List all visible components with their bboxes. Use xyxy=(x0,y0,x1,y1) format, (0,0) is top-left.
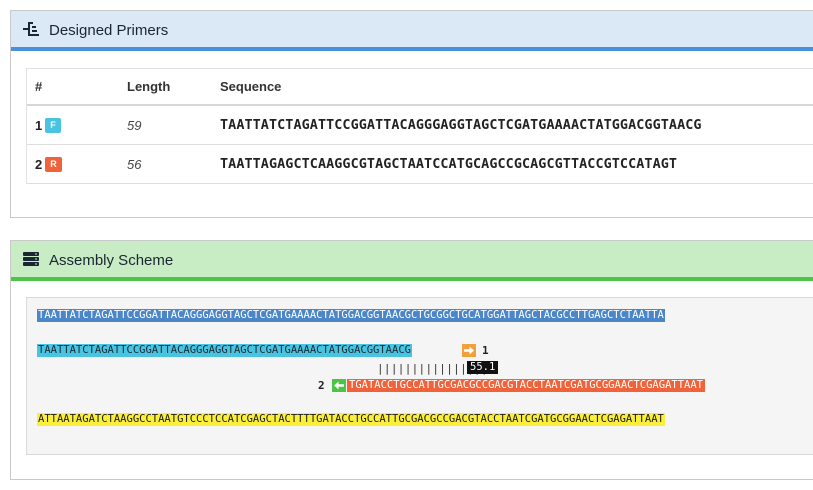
panel-title: Designed Primers xyxy=(49,21,169,39)
primer-number-cell: 2 R xyxy=(35,145,62,183)
sitemap-icon xyxy=(23,21,41,37)
assembly-scheme-panel: Assembly Scheme TAATTATCTAGATTCCGGATTACA… xyxy=(10,240,813,480)
assembly-scheme-header: Assembly Scheme xyxy=(11,241,813,281)
primer-number: 2 xyxy=(35,156,43,172)
primer-length: 56 xyxy=(127,156,142,172)
table-row: 1 F 59 TAATTATCTAGATTCCGGATTACAGGGAGGTAG… xyxy=(27,106,813,145)
panel-title: Assembly Scheme xyxy=(49,251,174,269)
reverse-badge: R xyxy=(45,156,62,172)
forward-primer-sequence: TAATTATCTAGATTCCGGATTACAGGGAGGTAGCTCGATG… xyxy=(37,344,412,357)
assembled-product-sequence: ATTAATAGATCTAAGGCCTAATGTCCCTCCATCGAGCTAC… xyxy=(37,413,665,426)
primer-sequence: TAATTATCTAGATTCCGGATTACAGGGAGGTAGCTCGATG… xyxy=(220,117,702,133)
overlap-tm-badge: 55.1 xyxy=(467,361,499,374)
primers-table: # Length Sequence 1 F 59 TAATTATCTAGATTC… xyxy=(26,68,813,184)
arrow-right-icon xyxy=(462,344,476,357)
reverse-primer-sequence: TGATACCTGCCATTGCGACGCCGACGTACCTAATCGATGC… xyxy=(347,379,706,392)
forward-primer-label: 1 xyxy=(482,344,489,357)
column-header-number: # xyxy=(35,79,43,94)
primer-number-cell: 1 F xyxy=(35,106,61,144)
primer-sequence: TAATTAGAGCTCAAGGCGTAGCTAATCCATGCAGCCGCAG… xyxy=(220,156,678,172)
column-header-length: Length xyxy=(127,79,171,94)
column-header-sequence: Sequence xyxy=(220,79,282,94)
primer-length: 59 xyxy=(127,117,142,133)
assembly-scheme-view: TAATTATCTAGATTCCGGATTACAGGGAGGTAGCTCGATG… xyxy=(26,297,813,455)
designed-primers-header: Designed Primers xyxy=(11,11,813,51)
designed-primers-panel: Designed Primers # Length Sequence 1 F 5… xyxy=(10,10,813,218)
reverse-primer-label: 2 xyxy=(318,379,325,392)
template-sequence: TAATTATCTAGATTCCGGATTACAGGGAGGTAGCTCGATG… xyxy=(37,309,665,322)
arrow-left-icon xyxy=(332,379,346,392)
server-icon xyxy=(23,251,41,267)
primer-number: 1 xyxy=(35,117,43,133)
table-header-row: # Length Sequence xyxy=(27,69,813,106)
forward-badge: F xyxy=(45,117,61,133)
table-row: 2 R 56 TAATTAGAGCTCAAGGCGTAGCTAATCCATGCA… xyxy=(27,145,813,184)
